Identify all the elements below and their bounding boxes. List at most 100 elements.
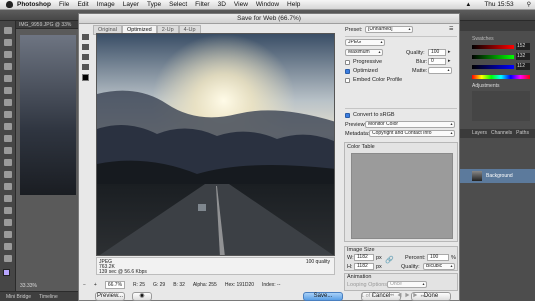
brush-tool-icon[interactable] <box>4 111 12 118</box>
move-tool-icon[interactable] <box>4 27 12 34</box>
healing-tool-icon[interactable] <box>4 99 12 106</box>
marquee-tool-icon[interactable] <box>4 39 12 46</box>
save-button[interactable]: Save... <box>303 292 343 301</box>
menu-3d[interactable]: 3D <box>218 1 226 8</box>
blur-tool-icon[interactable] <box>4 171 12 178</box>
height-input[interactable]: 1182 <box>354 263 374 270</box>
looping-select[interactable]: Once <box>387 281 427 288</box>
green-value[interactable]: 132 <box>516 53 530 60</box>
type-tool-icon[interactable] <box>4 207 12 214</box>
blue-slider-track[interactable] <box>472 65 514 69</box>
dodge-tool-icon[interactable] <box>4 183 12 190</box>
green-slider-track[interactable] <box>472 55 514 59</box>
menu-type[interactable]: Type <box>147 1 161 8</box>
menu-app-name[interactable]: Photoshop <box>17 1 51 8</box>
zoom-tool-icon[interactable] <box>4 255 12 262</box>
quality-dropdown-icon[interactable]: ▸ <box>448 49 451 55</box>
convert-srgb-checkbox[interactable] <box>345 113 350 118</box>
tab-channels[interactable]: Channels <box>491 129 512 138</box>
embed-profile-checkbox[interactable] <box>345 78 350 83</box>
tab-timeline[interactable]: Timeline <box>39 294 58 300</box>
preview-select[interactable]: Monitor Color <box>365 121 455 128</box>
tab-paths[interactable]: Paths <box>516 129 529 138</box>
matte-select[interactable] <box>428 67 452 74</box>
embed-profile-label: Embed Color Profile <box>353 77 403 83</box>
swatches-panel-title[interactable]: Swatches <box>472 36 494 42</box>
zoom-level-select[interactable]: 66.7% <box>104 280 126 289</box>
menu-image[interactable]: Image <box>97 1 115 8</box>
menu-view[interactable]: View <box>234 1 248 8</box>
pen-tool-icon[interactable] <box>4 195 12 202</box>
resample-quality-label: Quality: <box>401 264 420 270</box>
eyedropper-icon[interactable] <box>82 64 89 70</box>
status-index: Index: -- <box>262 281 281 288</box>
menu-window[interactable]: Window <box>256 1 279 8</box>
hand-icon[interactable] <box>82 34 89 40</box>
spectrum-ramp[interactable] <box>472 75 530 79</box>
spotlight-search-icon[interactable]: ⚲ <box>527 1 531 8</box>
layer-row[interactable]: Background <box>456 169 535 183</box>
gradient-tool-icon[interactable] <box>4 159 12 166</box>
red-slider-track[interactable] <box>472 45 514 49</box>
menu-edit[interactable]: Edit <box>77 1 88 8</box>
compression-select[interactable]: Maximum <box>345 49 383 56</box>
status-r: R: 25 <box>133 281 145 288</box>
percent-unit: % <box>451 255 456 261</box>
resample-select[interactable]: Bicubic <box>423 263 455 270</box>
tab-mini-bridge[interactable]: Mini Bridge <box>6 294 31 300</box>
tab-layers[interactable]: Layers <box>472 129 487 138</box>
foreground-color-swatch[interactable] <box>3 269 10 276</box>
width-input[interactable]: 1182 <box>354 254 374 261</box>
document-tab[interactable]: IMG_9959.JPG @ 33% <box>16 21 78 29</box>
blue-value[interactable]: 112 <box>516 63 530 70</box>
color-table-grid[interactable] <box>351 153 453 239</box>
status-b: B: 32 <box>173 281 185 288</box>
crop-tool-icon[interactable] <box>4 75 12 82</box>
adjustments-panel-title[interactable]: Adjustments <box>472 83 500 89</box>
format-select[interactable]: JPEG <box>345 39 385 46</box>
preview-button[interactable]: Preview... <box>95 292 125 301</box>
quality-label: Quality: <box>406 50 425 56</box>
menu-select[interactable]: Select <box>169 1 187 8</box>
stamp-tool-icon[interactable] <box>4 123 12 130</box>
blur-dropdown-icon[interactable]: ▸ <box>448 58 451 64</box>
clock[interactable]: Thu 15:53 <box>484 1 513 8</box>
menu-layer[interactable]: Layer <box>123 1 139 8</box>
slice-select-icon[interactable] <box>82 44 89 50</box>
metadata-select[interactable]: Copyright and Contact Info <box>369 130 455 137</box>
image-size-group: Image Size W: 1182 px H: 1182 px 🔗 Perce… <box>344 246 458 271</box>
blur-input[interactable]: 0 <box>428 58 446 65</box>
eyedropper-color-icon[interactable] <box>82 74 89 81</box>
quality-input[interactable]: 100 <box>428 49 446 56</box>
height-unit: px <box>376 264 382 270</box>
menu-filter[interactable]: Filter <box>195 1 209 8</box>
matte-label: Matte: <box>412 68 428 74</box>
shape-tool-icon[interactable] <box>4 231 12 238</box>
eyedropper-tool-icon[interactable] <box>4 87 12 94</box>
preset-select[interactable]: [Unnamed] <box>365 26 413 33</box>
blur-label: Blur: <box>416 59 428 65</box>
hand-tool-icon[interactable] <box>4 243 12 250</box>
menu-file[interactable]: File <box>59 1 69 8</box>
quick-select-tool-icon[interactable] <box>4 63 12 70</box>
path-select-tool-icon[interactable] <box>4 219 12 226</box>
zoom-icon[interactable] <box>82 54 89 60</box>
optimized-checkbox[interactable] <box>345 69 350 74</box>
browser-select[interactable]: ◉ <box>132 292 152 301</box>
percent-input[interactable]: 100 <box>427 254 449 261</box>
link-constrain-icon[interactable]: 🔗 <box>385 256 394 264</box>
animation-controls[interactable]: ⏮◀▶▶⏭ <box>389 293 429 300</box>
history-brush-tool-icon[interactable] <box>4 135 12 142</box>
red-value[interactable]: 152 <box>516 43 530 50</box>
progressive-checkbox[interactable] <box>345 60 350 65</box>
lasso-tool-icon[interactable] <box>4 51 12 58</box>
menu-help[interactable]: Help <box>287 1 300 8</box>
zoom-minus-button[interactable]: − <box>83 282 86 288</box>
optimized-preview-image[interactable] <box>96 33 335 256</box>
wifi-icon[interactable]: ▲ <box>465 2 471 8</box>
preset-menu-icon[interactable]: ☰ <box>449 26 453 32</box>
layer-thumbnail <box>472 171 482 181</box>
zoom-plus-button[interactable]: + <box>94 282 97 288</box>
eraser-tool-icon[interactable] <box>4 147 12 154</box>
apple-icon[interactable] <box>6 1 13 8</box>
